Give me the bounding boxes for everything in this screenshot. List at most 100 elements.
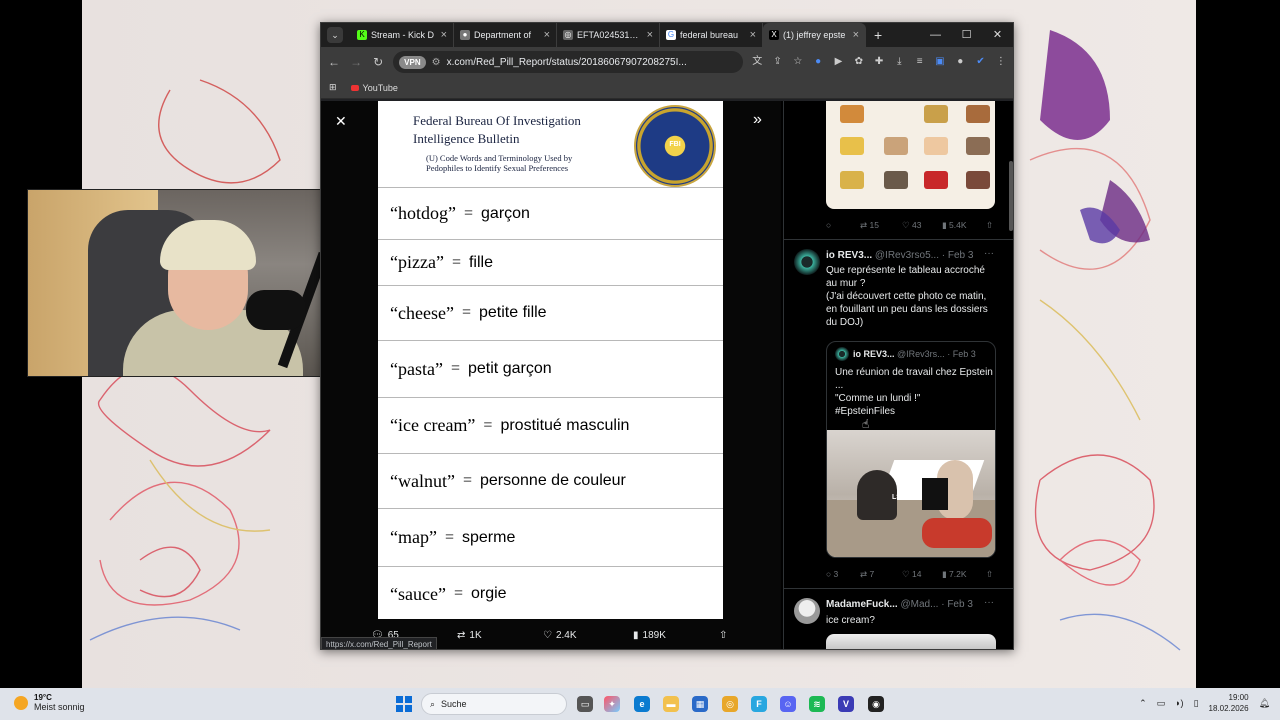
weather-widget[interactable]: 19°C Meist sonnig	[14, 693, 85, 712]
tweet-author[interactable]: MadameFuck... @Mad... · Feb 3	[826, 599, 973, 610]
minimize-icon[interactable]: —	[920, 23, 951, 47]
task-view-icon[interactable]: ▭	[577, 696, 593, 712]
like-button[interactable]: ♡ 2.4K	[543, 630, 577, 641]
spotify-icon[interactable]: ≋	[809, 696, 825, 712]
like-action[interactable]: ♡ 43	[902, 220, 942, 231]
site-info-icon[interactable]: ⚙	[432, 57, 441, 68]
share-icon[interactable]: ⇧	[986, 220, 993, 231]
window-close-icon[interactable]: ✕	[982, 23, 1013, 47]
tweet-image[interactable]	[826, 634, 996, 649]
repost-action[interactable]: ⇄ 7	[860, 569, 902, 580]
avatar[interactable]	[794, 598, 820, 624]
photo-redaction-box	[922, 478, 948, 510]
avatar[interactable]	[794, 249, 820, 275]
obs-icon[interactable]: ◉	[868, 696, 884, 712]
food-code-chart-image[interactable]	[826, 101, 995, 209]
repost-icon: ⇄	[457, 629, 466, 641]
share-icon[interactable]: ⇧	[986, 569, 993, 580]
reply-action[interactable]: ○ 3	[826, 569, 860, 580]
forward-icon[interactable]: →	[349, 55, 363, 69]
expand-chevrons-icon[interactable]: »	[753, 111, 762, 129]
network-icon[interactable]: ▭	[1157, 698, 1166, 709]
tweet-date: · Feb 3	[941, 250, 974, 261]
bookmark-label: YouTube	[362, 82, 398, 93]
like-action[interactable]: ♡ 14	[902, 569, 942, 580]
scrollbar[interactable]	[1009, 161, 1013, 231]
close-media-icon[interactable]: ✕	[335, 113, 347, 130]
close-icon[interactable]: ×	[750, 29, 756, 41]
taskbar-search[interactable]: ⌕ Suche	[421, 693, 567, 715]
tab-efta-pdf[interactable]: ◎ EFTA02453157.p ×	[557, 23, 660, 47]
child-image-2	[884, 137, 908, 155]
tweet-date: · Feb 3	[941, 599, 973, 610]
more-options-icon[interactable]: ···	[984, 248, 994, 259]
maximize-icon[interactable]: ☐	[951, 23, 982, 47]
tab-kick[interactable]: K Stream - Kick D ×	[351, 23, 454, 47]
clock[interactable]: 19:00 18.02.2026	[1209, 692, 1249, 714]
close-icon[interactable]: ×	[647, 29, 653, 41]
cheese-image	[840, 137, 864, 155]
reply-icon[interactable]: ○	[826, 220, 860, 231]
translate-icon[interactable]: 文	[751, 55, 763, 69]
view-count: 5.4K	[949, 220, 967, 230]
close-icon[interactable]: ×	[441, 29, 447, 41]
url-text[interactable]: x.com/Red_Pill_Report/status/20186067907…	[447, 57, 687, 68]
windows-start-icon[interactable]	[396, 696, 412, 712]
close-icon[interactable]: ×	[853, 29, 859, 41]
apps-grid-icon[interactable]: ⊞	[329, 82, 337, 93]
code-meaning: petit garçon	[468, 360, 552, 377]
tab-search-icon[interactable]: ⌄	[327, 27, 343, 43]
close-icon[interactable]: ×	[544, 29, 550, 41]
tab-doj[interactable]: ● Department of ×	[454, 23, 557, 47]
views-action[interactable]: ▮ 5.4K	[942, 220, 986, 231]
menu-kebab-icon[interactable]: ⋮	[995, 55, 1007, 69]
share-icon[interactable]: ⇪	[771, 55, 783, 69]
tray-chevron-icon[interactable]: ⌃	[1139, 698, 1147, 709]
equals-sign: =	[483, 416, 493, 434]
notifications-icon[interactable]: 🔔︎	[1259, 698, 1270, 709]
battery-icon[interactable]: ▯	[1194, 698, 1199, 709]
extension-gear-icon[interactable]: ✿	[853, 55, 865, 69]
tab-x-active[interactable]: X (1) jeffrey epste ×	[763, 23, 866, 47]
bookmark-star-icon[interactable]: ☆	[792, 55, 804, 69]
tab-google-search[interactable]: G federal bureau ×	[660, 23, 763, 47]
vpn-badge[interactable]: VPN	[399, 55, 426, 69]
chrome-icon[interactable]: ◎	[722, 696, 738, 712]
more-options-icon[interactable]: ···	[984, 597, 994, 608]
reload-icon[interactable]: ↻	[371, 55, 385, 69]
code-row: “walnut” = personne de couleur	[378, 453, 723, 508]
share-post-button[interactable]: ⇧	[719, 630, 727, 641]
views-action[interactable]: ▮ 7.2K	[942, 569, 986, 580]
tweet-author[interactable]: io REV3... @IRev3rso5... · Feb 3	[826, 250, 973, 261]
equals-sign: =	[444, 528, 454, 546]
shield-icon[interactable]: ✔	[974, 55, 986, 69]
app-f-icon[interactable]: F	[751, 696, 767, 712]
repost-count: 7	[869, 569, 875, 579]
bookmark-youtube[interactable]: YouTube	[350, 82, 398, 93]
back-icon[interactable]: ←	[327, 55, 341, 69]
playlist-icon[interactable]: ≡	[914, 55, 926, 69]
app-v-icon[interactable]: V	[838, 696, 854, 712]
repost-button[interactable]: ⇄ 1K	[457, 630, 482, 641]
sidebar-icon[interactable]: ▣	[934, 55, 946, 69]
download-icon[interactable]: ⤓	[893, 55, 905, 69]
address-bar[interactable]: VPN ⚙ x.com/Red_Pill_Report/status/20186…	[393, 51, 744, 73]
copilot-icon[interactable]: ✦	[604, 696, 620, 712]
bookmarks-bar: ⊞ YouTube	[321, 77, 1013, 99]
extension-video-icon[interactable]: ▶	[832, 55, 844, 69]
boy-image	[884, 171, 908, 189]
extensions-puzzle-icon[interactable]: ✚	[873, 55, 885, 69]
repost-action[interactable]: ⇄ 15	[860, 220, 902, 231]
discord-icon[interactable]: ☺	[780, 696, 796, 712]
quoted-tweet[interactable]: io REV3... @IRev3rs... · Feb 3 Une réuni…	[826, 341, 996, 558]
new-tab-button[interactable]: +	[874, 27, 882, 43]
store-icon[interactable]: ▦	[692, 696, 708, 712]
views-button[interactable]: ▮ 189K	[633, 630, 666, 641]
edge-icon[interactable]: e	[634, 696, 650, 712]
volume-icon[interactable]: ◗)	[1175, 698, 1183, 708]
file-explorer-icon[interactable]: ▬	[663, 696, 679, 712]
extension-blue-icon[interactable]: ●	[812, 55, 824, 69]
quote-photo[interactable]: LSJ	[827, 430, 995, 557]
profile-icon[interactable]: ●	[954, 55, 966, 69]
tweet-text: Que représente le tableau accroché au mu…	[826, 265, 988, 328]
